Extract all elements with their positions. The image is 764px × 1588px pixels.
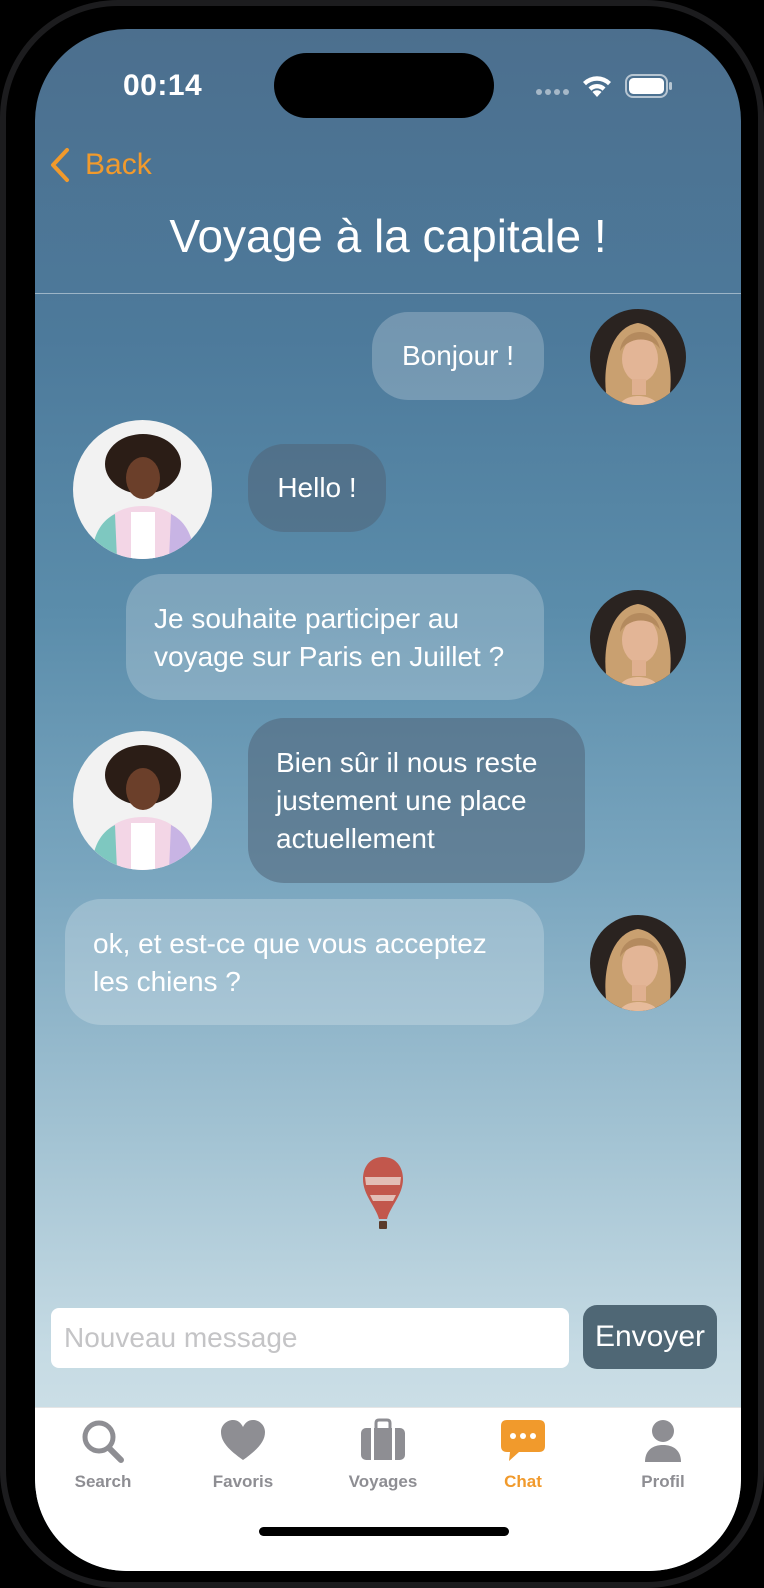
page-title: Voyage à la capitale !: [169, 210, 607, 262]
send-button[interactable]: Envoyer: [583, 1305, 717, 1369]
avatar-me[interactable]: [590, 309, 686, 405]
message-text: ok, et est-ce que vous acceptez les chie…: [93, 928, 487, 997]
tab-chat[interactable]: Chat: [473, 1418, 573, 1492]
chat-message-outgoing: Bonjour !: [372, 312, 544, 400]
screen: 00:14 Back Voyage à la capitale ! Bonjou…: [35, 29, 741, 1571]
tab-label: Favoris: [212, 1472, 274, 1491]
cellular-signal-icon: [536, 89, 569, 95]
avatar-guide-image: [73, 731, 212, 870]
status-time: 00:14: [123, 69, 203, 102]
message-text: Je souhaite participer au voyage sur Par…: [154, 603, 505, 672]
avatar-guide[interactable]: [73, 420, 212, 559]
avatar-me-image: [590, 309, 686, 405]
avatar-me[interactable]: [590, 915, 686, 1011]
chat-message-outgoing: ok, et est-ce que vous acceptez les chie…: [65, 899, 544, 1025]
chat-message-incoming: Bien sûr il nous reste justement une pla…: [248, 718, 585, 883]
tab-label: Search: [74, 1472, 132, 1491]
avatar-guide[interactable]: [73, 731, 212, 870]
avatar-me[interactable]: [590, 590, 686, 686]
home-indicator[interactable]: [259, 1527, 509, 1536]
battery-icon: [625, 74, 672, 98]
tab-label: Voyages: [348, 1472, 418, 1491]
avatar-me-image: [590, 590, 686, 686]
avatar-guide-image: [73, 420, 212, 559]
tab-label: Chat: [504, 1472, 542, 1491]
dynamic-island: [274, 53, 494, 118]
hot-air-balloon-icon: [363, 1157, 403, 1229]
message-input[interactable]: [51, 1308, 569, 1368]
heart-icon: [221, 1420, 265, 1460]
tab-favoris[interactable]: Favoris: [193, 1418, 293, 1492]
chat-message-outgoing: Je souhaite participer au voyage sur Par…: [126, 574, 544, 700]
avatar-me-image: [590, 915, 686, 1011]
tab-label: Profil: [641, 1472, 685, 1491]
chevron-left-icon: [51, 148, 69, 182]
chat-bubble-icon: [501, 1420, 545, 1461]
tab-search[interactable]: Search: [53, 1418, 153, 1492]
back-button[interactable]: Back: [49, 147, 152, 183]
phone-frame: 00:14 Back Voyage à la capitale ! Bonjou…: [0, 0, 764, 1588]
wifi-icon: [583, 76, 611, 97]
phone-bezel: 00:14 Back Voyage à la capitale ! Bonjou…: [6, 6, 758, 1582]
message-text: Hello !: [277, 472, 357, 503]
suitcase-icon: [361, 1418, 405, 1460]
tab-bar: Search Favoris Voyages Chat Profil: [35, 1407, 741, 1571]
back-label: Back: [85, 148, 152, 181]
message-text: Bien sûr il nous reste justement une pla…: [276, 747, 538, 854]
tab-profil[interactable]: Profil: [613, 1418, 713, 1492]
header-divider: [35, 293, 741, 294]
search-icon: [82, 1420, 124, 1463]
chat-message-incoming: Hello !: [248, 444, 386, 532]
message-text: Bonjour !: [401, 340, 515, 371]
tab-voyages[interactable]: Voyages: [333, 1418, 433, 1492]
person-icon: [645, 1420, 681, 1462]
